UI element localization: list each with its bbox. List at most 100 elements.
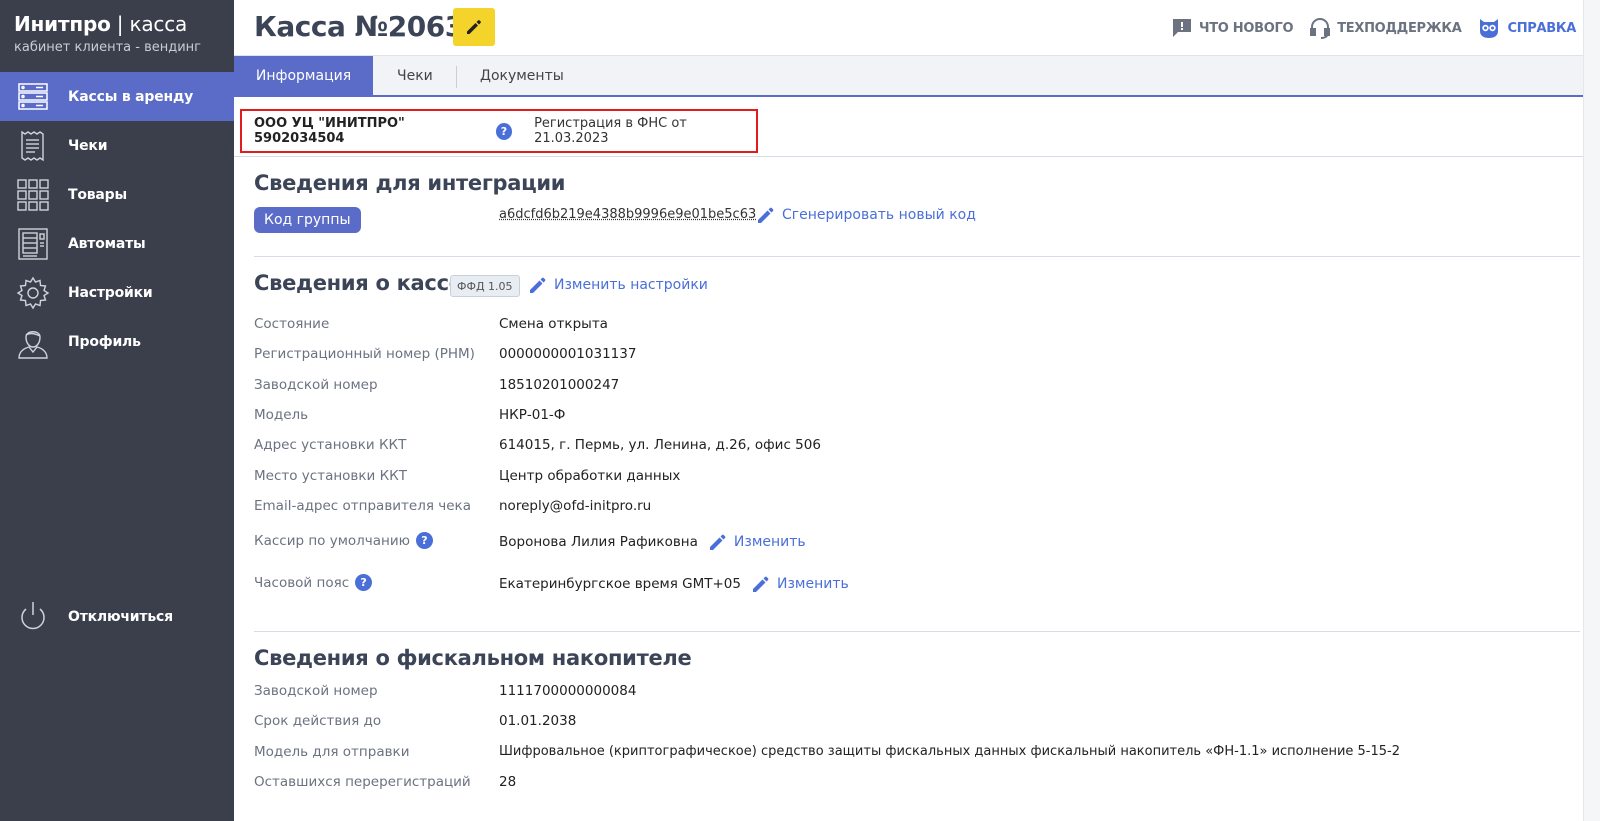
top-links: ЧТО НОВОГО ТЕХПОДДЕРЖКА СПРАВКА <box>1171 17 1576 39</box>
group-code-button[interactable]: Код группы <box>254 207 361 233</box>
timezone-value: Екатеринбургское время GMT+05 Изменить <box>499 574 849 594</box>
tab-receipts[interactable]: Чеки <box>397 56 433 96</box>
field-label: Регистрационный номер (РНМ) <box>254 346 475 362</box>
field-label: Место установки ККТ <box>254 468 408 484</box>
field-label: Адрес установки ККТ <box>254 437 407 453</box>
fns-registration: Регистрация в ФНС от 21.03.2023 <box>534 116 687 146</box>
message-alert-icon <box>1173 19 1192 37</box>
page-header: Касса №2063 ЧТО НОВОГО ТЕХПОДДЕРЖКА СПРА… <box>234 0 1600 56</box>
pencil-icon <box>467 20 481 34</box>
timezone-label: Часовой пояс ? <box>254 574 373 591</box>
sidebar-item-products[interactable]: Товары <box>0 170 234 219</box>
org-name: ООО УЦ "ИНИТПРО" 5902034504 <box>254 116 405 146</box>
help-icon[interactable]: ? <box>355 574 373 591</box>
sidebar-item-rental-kassas[interactable]: Кассы в аренду <box>0 72 234 121</box>
grid-icon <box>17 179 49 211</box>
default-cashier-label: Кассир по умолчанию ? <box>254 532 433 549</box>
sidebar-item-label: Товары <box>68 186 127 203</box>
sidebar: Инитпро | касса кабинет клиента - вендин… <box>0 0 234 821</box>
power-icon <box>21 602 45 630</box>
help-icon[interactable]: ? <box>495 122 513 140</box>
sidebar-item-label: Профиль <box>68 333 141 350</box>
main-content: ООО УЦ "ИНИТПРО" 5902034504 ? Регистраци… <box>234 97 1600 821</box>
field-label-text: Кассир по умолчанию <box>254 532 410 549</box>
field-value: Смена открыта <box>499 316 608 332</box>
sidebar-item-label: Автоматы <box>68 235 146 252</box>
sidebar-item-receipts[interactable]: Чеки <box>0 121 234 170</box>
change-settings-label: Изменить настройки <box>554 277 708 293</box>
generate-code-label: Сгенерировать новый код <box>782 207 976 223</box>
field-value: 28 <box>499 774 517 790</box>
logout-label: Отключиться <box>68 608 173 625</box>
change-settings-link[interactable]: Изменить настройки <box>528 275 708 295</box>
change-timezone-label: Изменить <box>776 576 849 592</box>
brand: Инитпро | касса кабинет клиента - вендин… <box>0 0 234 72</box>
org-info-box: ООО УЦ "ИНИТПРО" 5902034504 ? Регистраци… <box>240 109 758 153</box>
field-label-text: Часовой пояс <box>254 574 350 591</box>
sidebar-item-label: Кассы в аренду <box>68 88 194 105</box>
tab-bar: Информация Чеки Документы <box>234 55 1600 97</box>
field-value: Центр обработки данных <box>499 468 681 484</box>
brand-title-bold: Инитпро <box>14 12 111 36</box>
sidebar-item-settings[interactable]: Настройки <box>0 268 234 317</box>
logout-button[interactable]: Отключиться <box>0 592 234 641</box>
field-label: Модель <box>254 407 309 423</box>
pencil-icon <box>530 277 546 293</box>
gear-icon <box>16 276 50 310</box>
support-label: ТЕХПОДДЕРЖКА <box>1337 20 1462 36</box>
field-label: Заводской номер <box>254 683 378 699</box>
sidebar-item-label: Чеки <box>68 137 108 154</box>
whats-new-label: ЧТО НОВОГО <box>1199 20 1294 36</box>
field-label: Email-адрес отправителя чека <box>254 498 471 514</box>
divider <box>254 256 1580 257</box>
field-label: Модель для отправки <box>254 744 410 760</box>
support-link[interactable]: ТЕХПОДДЕРЖКА <box>1309 17 1462 39</box>
change-timezone-link[interactable]: Изменить <box>751 574 849 594</box>
sidebar-item-label: Настройки <box>68 284 153 301</box>
ffd-version-badge: ФФД 1.05 <box>450 275 520 297</box>
whats-new-link[interactable]: ЧТО НОВОГО <box>1171 18 1294 38</box>
field-value: НКР-01-Ф <box>499 407 566 423</box>
pencil-icon <box>752 576 769 592</box>
tab-separator <box>456 66 457 88</box>
tab-information[interactable]: Информация <box>234 56 373 96</box>
field-label: Заводской номер <box>254 377 378 393</box>
field-value: 614015, г. Пермь, ул. Ленина, д.26, офис… <box>499 437 821 453</box>
kassa-section-title: Сведения о кассе <box>254 271 463 295</box>
integration-section-title: Сведения для интеграции <box>254 171 566 195</box>
group-code-value[interactable]: a6dcfd6b219e4388b9996e9e01be5c63 <box>499 207 756 222</box>
field-value: 0000000001031137 <box>499 346 637 362</box>
page-title: Касса №2063 <box>254 10 464 43</box>
field-value: Шифровальное (криптографическое) средств… <box>499 744 1400 759</box>
field-value: 1111700000000084 <box>499 683 637 699</box>
brand-title-separator: | <box>110 12 130 36</box>
vending-machine-icon <box>18 228 48 260</box>
field-value-text: Воронова Лилия Рафиковна <box>499 534 698 550</box>
owl-icon <box>1480 19 1499 38</box>
field-value: 01.01.2038 <box>499 713 577 729</box>
field-label: Срок действия до <box>254 713 382 729</box>
help-link[interactable]: СПРАВКА <box>1477 17 1576 39</box>
server-icon <box>18 83 48 110</box>
user-icon <box>18 331 48 359</box>
brand-title-rest: касса <box>129 12 188 36</box>
field-value-text: Екатеринбургское время GMT+05 <box>499 576 741 592</box>
default-cashier-value: Воронова Лилия Рафиковна Изменить <box>499 532 806 552</box>
change-cashier-link[interactable]: Изменить <box>708 532 806 552</box>
generate-code-link[interactable]: Сгенерировать новый код <box>756 205 976 225</box>
fn-section-title: Сведения о фискальном накопителе <box>254 646 692 670</box>
tab-documents[interactable]: Документы <box>480 56 564 96</box>
field-label: Состояние <box>254 316 330 332</box>
divider <box>254 631 1580 632</box>
receipt-icon <box>21 130 44 162</box>
sidebar-item-profile[interactable]: Профиль <box>0 317 234 366</box>
headset-icon <box>1310 18 1331 39</box>
help-icon[interactable]: ? <box>416 532 433 549</box>
field-value: noreply@ofd-initpro.ru <box>499 498 652 514</box>
brand-subtitle: кабинет клиента - вендинг <box>14 40 202 55</box>
brand-title[interactable]: Инитпро | касса <box>14 12 220 36</box>
change-cashier-label: Изменить <box>733 534 806 550</box>
sidebar-item-machines[interactable]: Автоматы <box>0 219 234 268</box>
edit-title-button[interactable] <box>453 8 495 46</box>
page-scrollbar[interactable] <box>1583 0 1600 821</box>
